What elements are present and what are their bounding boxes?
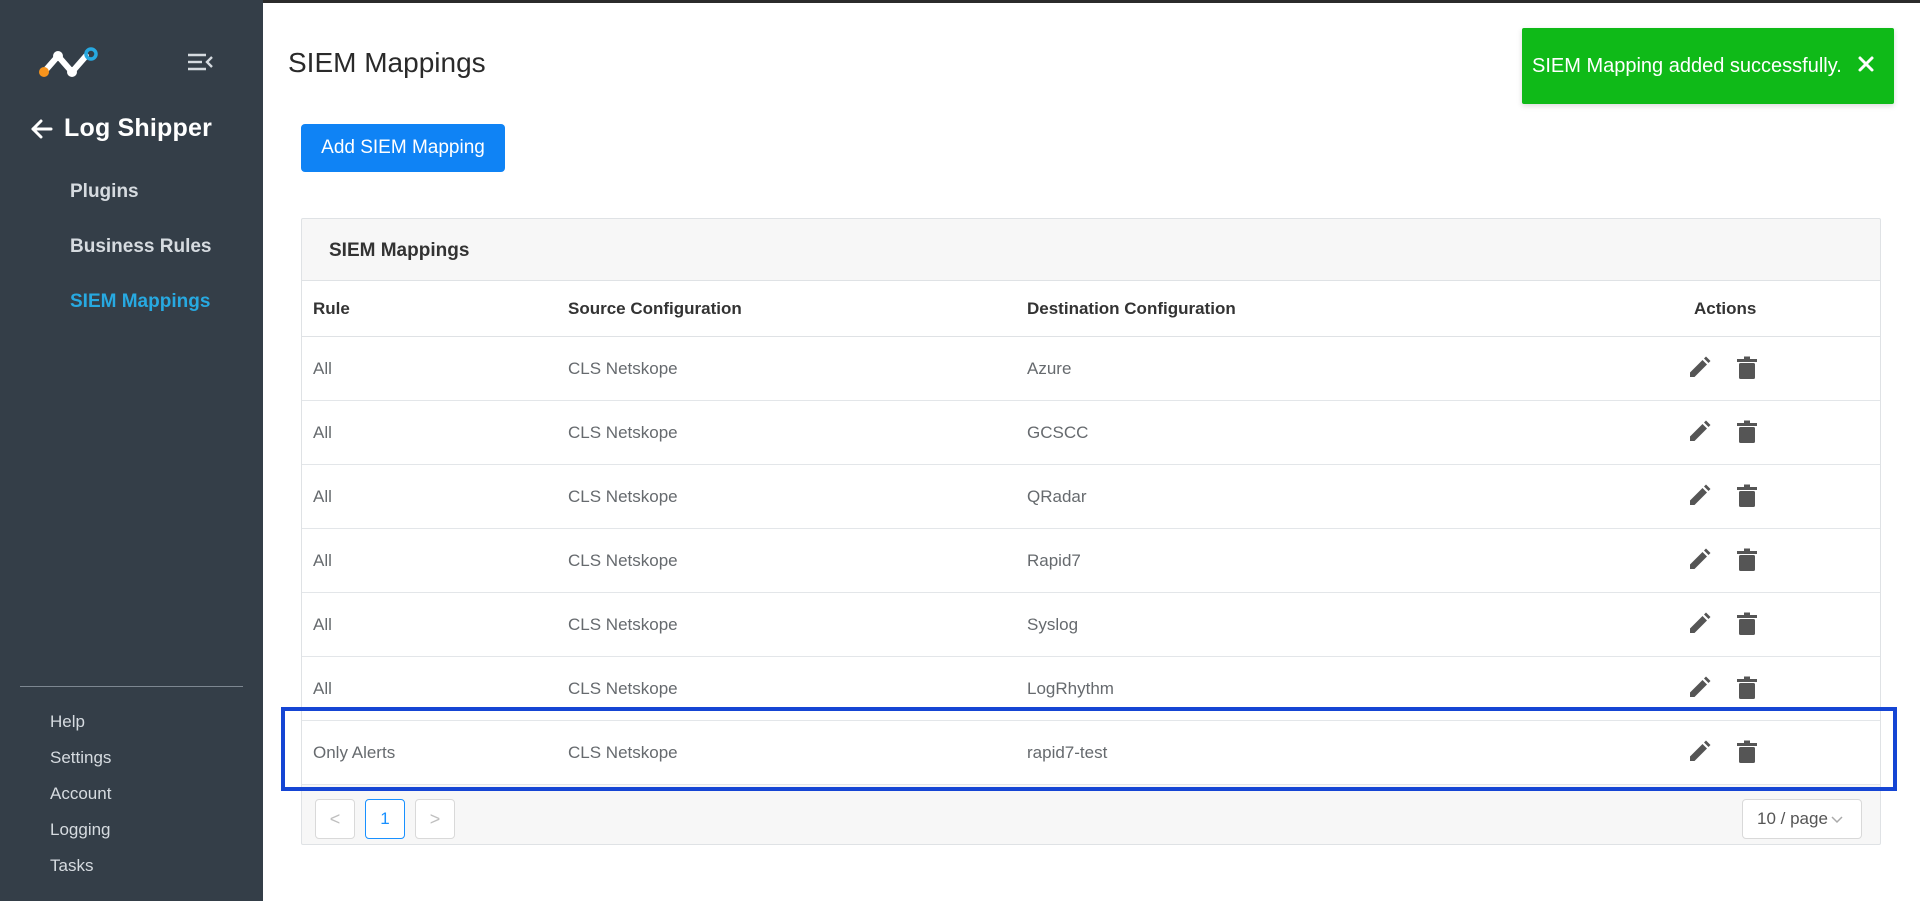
table-row: All CLS Netskope GCSCC (302, 401, 1880, 465)
success-toast: SIEM Mapping added successfully. (1522, 28, 1894, 104)
pagination: < 1 > 10 / page (302, 799, 1880, 845)
card-header: SIEM Mappings (302, 219, 1880, 281)
delete-trash-icon[interactable] (1734, 483, 1760, 509)
edit-pencil-icon[interactable] (1686, 419, 1712, 445)
sidebar-item-logging[interactable]: Logging (50, 820, 111, 840)
cell-destination: Azure (1027, 359, 1072, 378)
edit-pencil-icon[interactable] (1686, 483, 1712, 509)
delete-trash-icon[interactable] (1734, 675, 1760, 701)
cell-rule: All (313, 551, 332, 570)
cell-destination: Syslog (1027, 615, 1079, 634)
row-actions (1686, 355, 1760, 381)
edit-pencil-icon[interactable] (1686, 739, 1712, 765)
row-actions (1686, 675, 1760, 701)
cell-rule: All (313, 615, 332, 634)
row-actions (1686, 547, 1760, 573)
page-size-select[interactable]: 10 / page (1742, 799, 1862, 839)
table-row: All CLS Netskope Syslog (302, 593, 1880, 657)
back-to-log-shipper[interactable]: Log Shipper (30, 114, 212, 143)
delete-trash-icon[interactable] (1734, 739, 1760, 765)
page-title: SIEM Mappings (288, 47, 486, 78)
sidebar-item-help[interactable]: Help (50, 712, 85, 732)
cell-source: CLS Netskope (568, 551, 678, 570)
row-actions (1686, 739, 1760, 765)
page-size-value: 10 / page (1757, 809, 1828, 828)
mappings-table: Rule Source Configuration Destination Co… (302, 281, 1880, 785)
cell-destination: QRadar (1027, 487, 1087, 506)
cell-source: CLS Netskope (568, 359, 678, 378)
cell-destination: LogRhythm (1027, 679, 1114, 698)
row-actions (1686, 611, 1760, 637)
siem-mappings-card: SIEM Mappings Rule Source Configuration … (301, 218, 1881, 845)
row-actions (1686, 419, 1760, 445)
collapse-menu-icon[interactable] (186, 50, 214, 74)
cell-destination: rapid7-test (1027, 743, 1108, 762)
table-row: All CLS Netskope LogRhythm (302, 657, 1880, 721)
sidebar-item-plugins[interactable]: Plugins (70, 181, 139, 203)
section-title: Log Shipper (64, 114, 213, 142)
table-row: Only Alerts CLS Netskope rapid7-test (302, 721, 1880, 785)
sidebar-item-business-rules[interactable]: Business Rules (70, 236, 212, 258)
sidebar-item-settings[interactable]: Settings (50, 748, 111, 768)
card-title: SIEM Mappings (329, 240, 470, 261)
cell-source: CLS Netskope (568, 423, 678, 442)
cell-source: CLS Netskope (568, 487, 678, 506)
top-border (0, 0, 1920, 3)
edit-pencil-icon[interactable] (1686, 675, 1712, 701)
add-siem-mapping-button[interactable]: Add SIEM Mapping (301, 124, 505, 172)
column-header-destination[interactable]: Destination Configuration (1027, 299, 1236, 319)
sidebar-item-siem-mappings[interactable]: SIEM Mappings (70, 291, 210, 313)
cell-source: CLS Netskope (568, 743, 678, 762)
arrow-left-icon (31, 119, 53, 138)
column-header-rule[interactable]: Rule (313, 299, 350, 319)
table-body: All CLS Netskope Azure All CLS Netskope GCSCC… (302, 337, 1880, 785)
cell-destination: GCSCC (1027, 423, 1089, 442)
prev-page-button[interactable]: < (315, 799, 355, 839)
sidebar-item-account[interactable]: Account (50, 784, 111, 804)
table-header: Rule Source Configuration Destination Co… (302, 281, 1880, 337)
edit-pencil-icon[interactable] (1686, 547, 1712, 573)
cell-rule: All (313, 359, 332, 378)
delete-trash-icon[interactable] (1734, 419, 1760, 445)
sidebar-divider (20, 686, 243, 687)
close-icon[interactable] (1854, 52, 1878, 76)
page-1-button[interactable]: 1 (365, 799, 405, 839)
netskope-logo-icon (39, 47, 98, 77)
cell-rule: All (313, 679, 332, 698)
delete-trash-icon[interactable] (1734, 355, 1760, 381)
column-header-actions: Actions (1694, 299, 1757, 318)
delete-trash-icon[interactable] (1734, 547, 1760, 573)
row-actions (1686, 483, 1760, 509)
sidebar-item-tasks[interactable]: Tasks (50, 856, 93, 876)
next-page-button[interactable]: > (415, 799, 455, 839)
edit-pencil-icon[interactable] (1686, 355, 1712, 381)
table-row: All CLS Netskope Rapid7 (302, 529, 1880, 593)
cell-source: CLS Netskope (568, 679, 678, 698)
toast-message: SIEM Mapping added successfully. (1532, 55, 1842, 77)
edit-pencil-icon[interactable] (1686, 611, 1712, 637)
cell-rule: All (313, 423, 332, 442)
table-row: All CLS Netskope Azure (302, 337, 1880, 401)
cell-source: CLS Netskope (568, 615, 678, 634)
cell-rule: Only Alerts (313, 743, 396, 762)
cell-destination: Rapid7 (1027, 551, 1081, 570)
column-header-source[interactable]: Source Configuration (568, 299, 742, 319)
delete-trash-icon[interactable] (1734, 611, 1760, 637)
table-row: All CLS Netskope QRadar (302, 465, 1880, 529)
cell-rule: All (313, 487, 332, 506)
sidebar: Log Shipper Plugins Business Rules SIEM … (0, 0, 263, 901)
chevron-down-icon (1831, 816, 1843, 824)
